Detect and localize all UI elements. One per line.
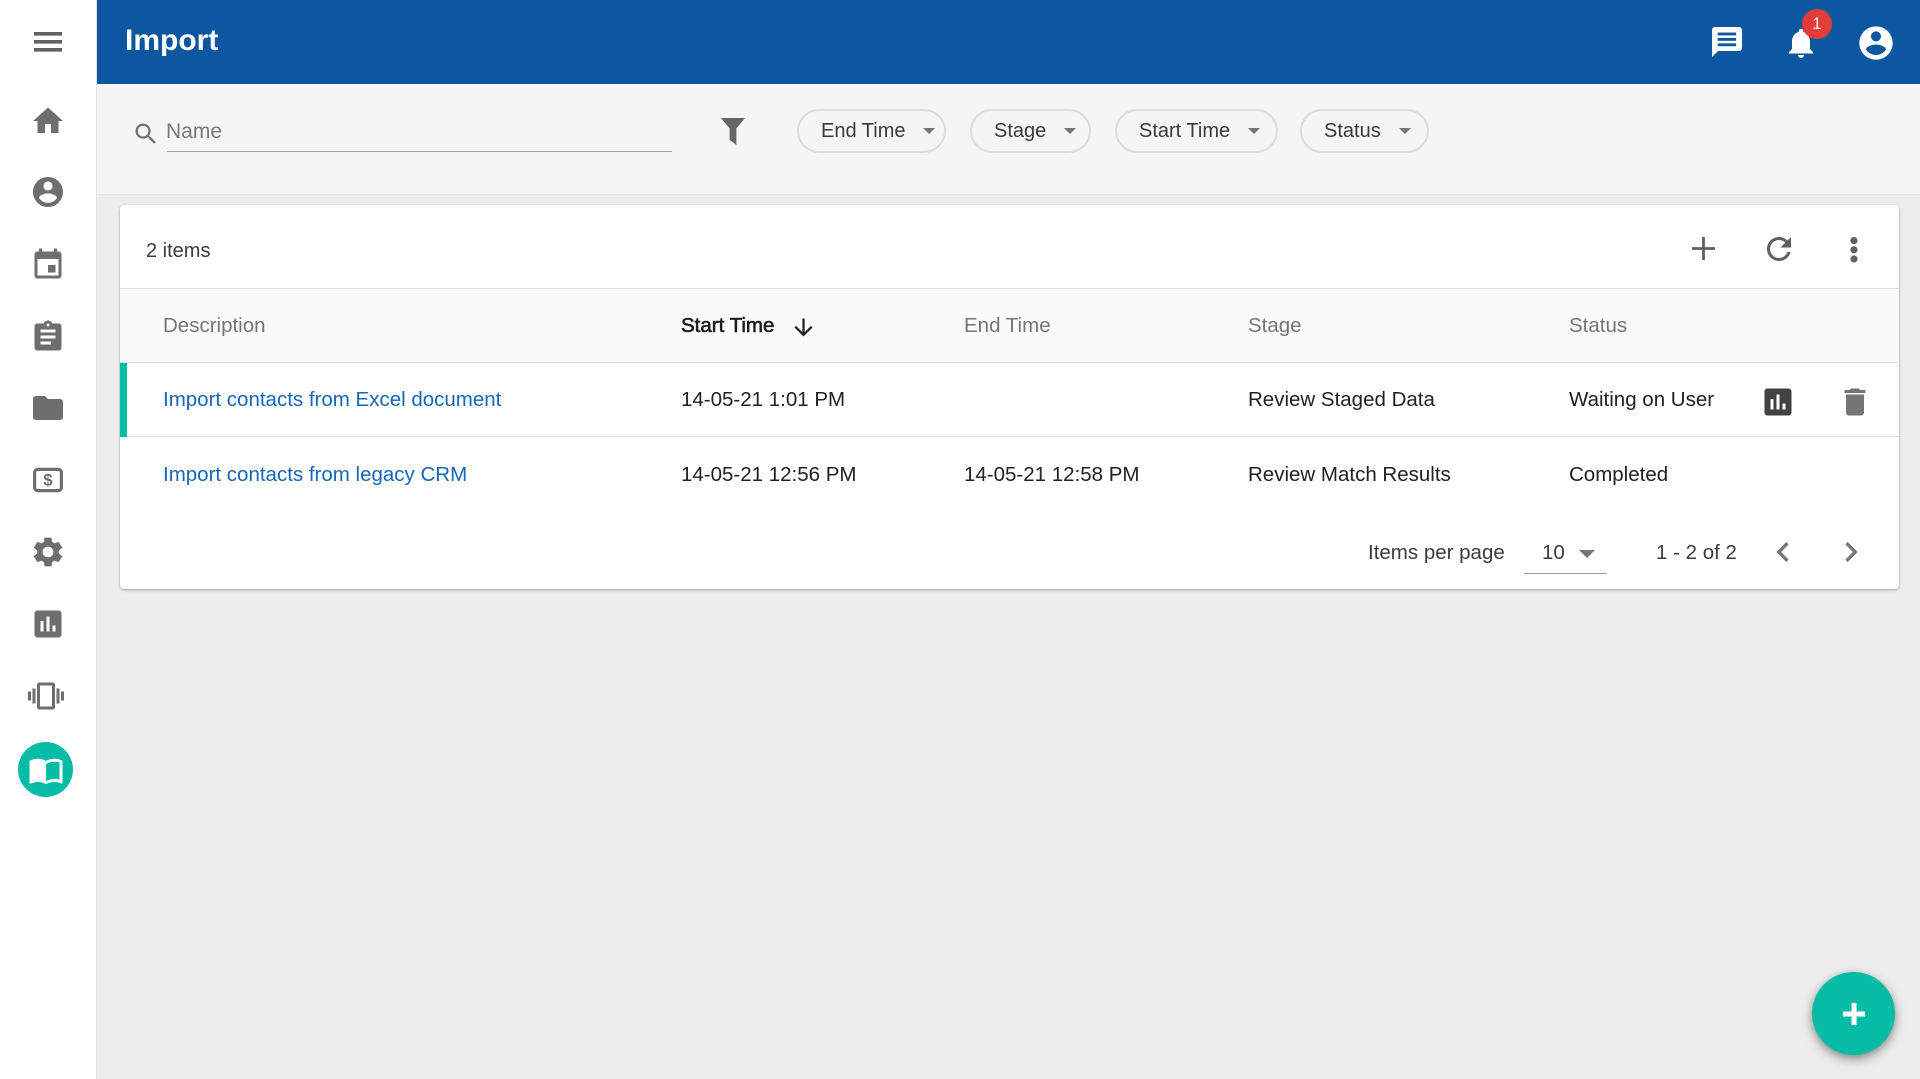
svg-text:$: $ <box>43 472 52 490</box>
